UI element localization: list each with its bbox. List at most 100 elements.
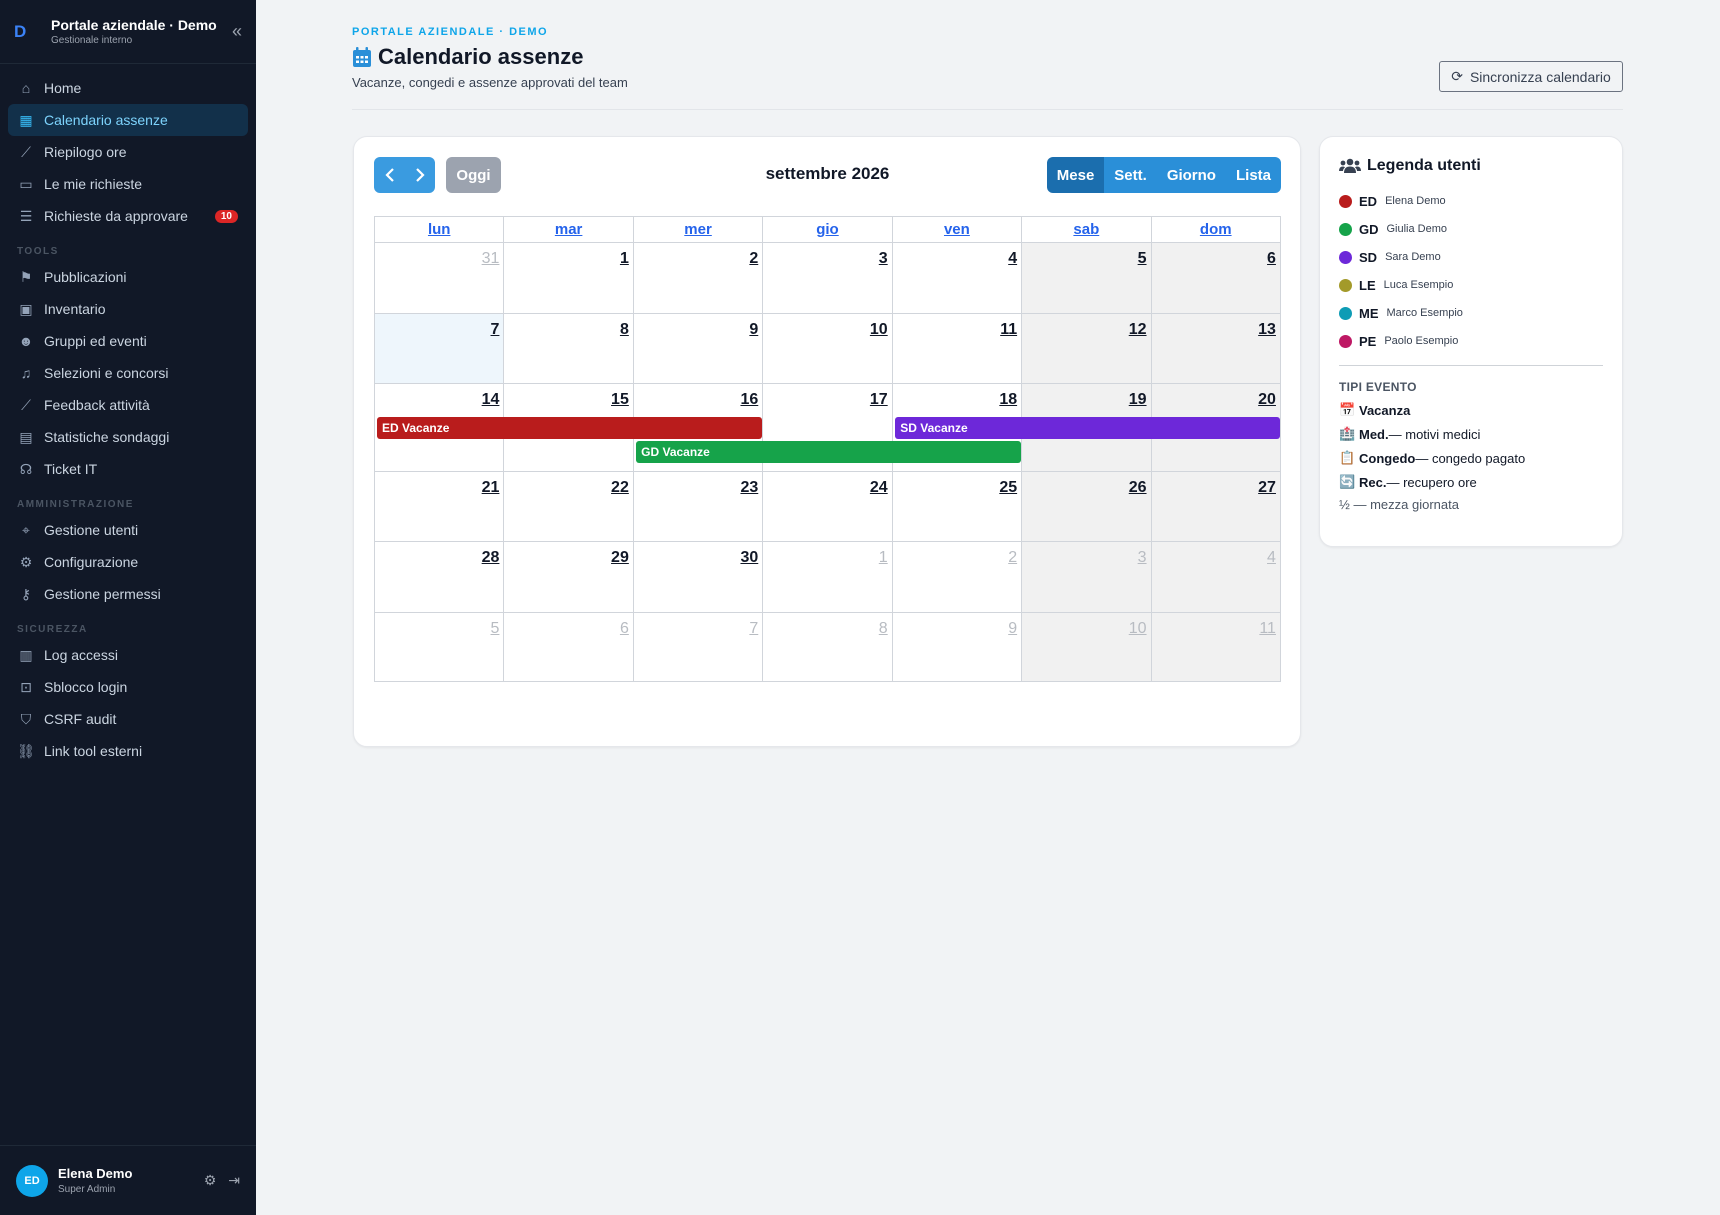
day-cell[interactable]: 24 [762,472,891,541]
day-number[interactable]: 14 [482,391,500,409]
day-cell[interactable]: 7 [632,613,762,681]
day-number[interactable]: 6 [620,620,629,638]
day-cell[interactable]: 3 [762,243,891,313]
weekday-ven[interactable]: ven [891,217,1021,242]
day-cell[interactable]: 9 [891,613,1021,681]
sidebar-item-richieste-da-approvare[interactable]: ☰ Richieste da approvare 10 [8,200,248,232]
day-cell[interactable]: 7 [375,314,504,383]
day-number[interactable]: 1 [879,549,888,567]
day-number[interactable]: 11 [1000,321,1017,339]
sidebar-item-gestione-permessi[interactable]: ⚷ Gestione permessi [8,578,248,610]
day-number[interactable]: 27 [1258,479,1276,497]
day-cell[interactable]: 3 [1021,542,1151,612]
day-number[interactable]: 6 [1267,250,1276,268]
day-cell[interactable]: 11 [1150,613,1280,681]
day-cell[interactable]: 26 [1021,472,1151,541]
day-cell[interactable]: 2 [891,542,1021,612]
day-cell[interactable]: 29 [503,542,632,612]
day-cell[interactable]: 22 [503,472,632,541]
day-number[interactable]: 3 [1138,549,1147,567]
day-number[interactable]: 11 [1259,620,1276,638]
day-cell[interactable]: 8 [762,613,891,681]
day-number[interactable]: 21 [482,479,500,497]
next-month-button[interactable] [404,157,435,193]
day-number[interactable]: 16 [740,391,758,409]
day-cell[interactable]: 4 [1150,542,1280,612]
day-number[interactable]: 31 [482,250,500,268]
day-number[interactable]: 25 [999,479,1017,497]
day-cell[interactable]: 9 [632,314,762,383]
day-number[interactable]: 12 [1129,321,1147,339]
day-number[interactable]: 2 [1008,549,1017,567]
sidebar-item-configurazione[interactable]: ⚙ Configurazione [8,546,248,578]
prev-month-button[interactable] [374,157,405,193]
day-cell[interactable]: 13 [1150,314,1280,383]
day-number[interactable]: 30 [740,549,758,567]
day-number[interactable]: 24 [870,479,888,497]
day-number[interactable]: 9 [1008,620,1017,638]
day-number[interactable]: 17 [870,391,888,409]
day-cell[interactable]: 23 [632,472,762,541]
view-button-lista[interactable]: Lista [1225,157,1281,193]
event-bar[interactable]: GD Vacanze [636,441,1021,463]
event-bar[interactable]: ED Vacanze [377,417,762,439]
day-number[interactable]: 23 [740,479,758,497]
day-number[interactable]: 15 [611,391,629,409]
day-number[interactable]: 8 [620,321,629,339]
sidebar-item-le-mie-richieste[interactable]: ▭ Le mie richieste [8,168,248,200]
day-cell[interactable]: 8 [503,314,632,383]
day-number[interactable]: 10 [1129,620,1147,638]
day-number[interactable]: 1 [620,250,629,268]
sidebar-item-statistiche-sondaggi[interactable]: ▤ Statistiche sondaggi [8,421,248,453]
day-number[interactable]: 22 [611,479,629,497]
day-cell[interactable]: 31 [375,243,503,313]
sync-calendar-button[interactable]: ⟳ Sincronizza calendario [1439,61,1623,92]
day-cell[interactable]: 12 [1021,314,1151,383]
sidebar-item-ticket-it[interactable]: ☊ Ticket IT [8,453,248,485]
day-number[interactable]: 13 [1258,321,1276,339]
day-number[interactable]: 3 [879,250,888,268]
day-number[interactable]: 7 [749,620,758,638]
day-number[interactable]: 9 [749,321,758,339]
sidebar-item-pubblicazioni[interactable]: ⚑ Pubblicazioni [8,261,248,293]
sidebar-item-inventario[interactable]: ▣ Inventario [8,293,248,325]
day-cell[interactable]: 1 [503,243,632,313]
day-number[interactable]: 4 [1008,250,1017,268]
day-cell[interactable]: 25 [891,472,1021,541]
sidebar-item-riepilogo-ore[interactable]: ⟋ Riepilogo ore [8,136,248,168]
day-number[interactable]: 5 [491,620,500,638]
day-number[interactable]: 4 [1267,549,1276,567]
day-cell[interactable]: 2 [632,243,762,313]
weekday-mar[interactable]: mar [503,217,632,242]
sidebar-item-log-accessi[interactable]: ▥ Log accessi [8,639,248,671]
weekday-mer[interactable]: mer [632,217,762,242]
view-button-giorno[interactable]: Giorno [1156,157,1226,193]
day-number[interactable]: 18 [999,391,1017,409]
day-number[interactable]: 10 [870,321,888,339]
view-button-mese[interactable]: Mese [1046,157,1105,193]
day-cell[interactable]: 4 [891,243,1021,313]
view-button-sett[interactable]: Sett. [1104,157,1157,193]
sidebar-item-calendario-assenze[interactable]: ▦ Calendario assenze [8,104,248,136]
day-cell[interactable]: 1 [762,542,891,612]
today-button[interactable]: Oggi [446,157,501,193]
day-number[interactable]: 8 [879,620,888,638]
day-cell[interactable]: 10 [1021,613,1151,681]
day-cell[interactable]: 27 [1150,472,1280,541]
day-number[interactable]: 5 [1138,250,1147,268]
weekday-gio[interactable]: gio [762,217,891,242]
day-cell[interactable]: 30 [632,542,762,612]
day-number[interactable]: 2 [749,250,758,268]
sidebar-item-feedback-attivit[interactable]: ⟋ Feedback attività [8,389,248,421]
day-cell[interactable]: 10 [762,314,891,383]
day-cell[interactable]: 21 [375,472,503,541]
day-cell[interactable]: 5 [375,613,503,681]
day-number[interactable]: 19 [1129,391,1147,409]
day-number[interactable]: 20 [1258,391,1276,409]
collapse-sidebar-icon[interactable]: « [232,21,242,42]
sidebar-item-csrf-audit[interactable]: ⛉ CSRF audit [8,703,248,735]
sidebar-item-gestione-utenti[interactable]: ⌖ Gestione utenti [8,514,248,546]
sidebar-item-home[interactable]: ⌂ Home [8,72,248,104]
settings-gear-icon[interactable]: ⚙ [204,1172,217,1189]
day-cell[interactable]: 6 [503,613,632,681]
